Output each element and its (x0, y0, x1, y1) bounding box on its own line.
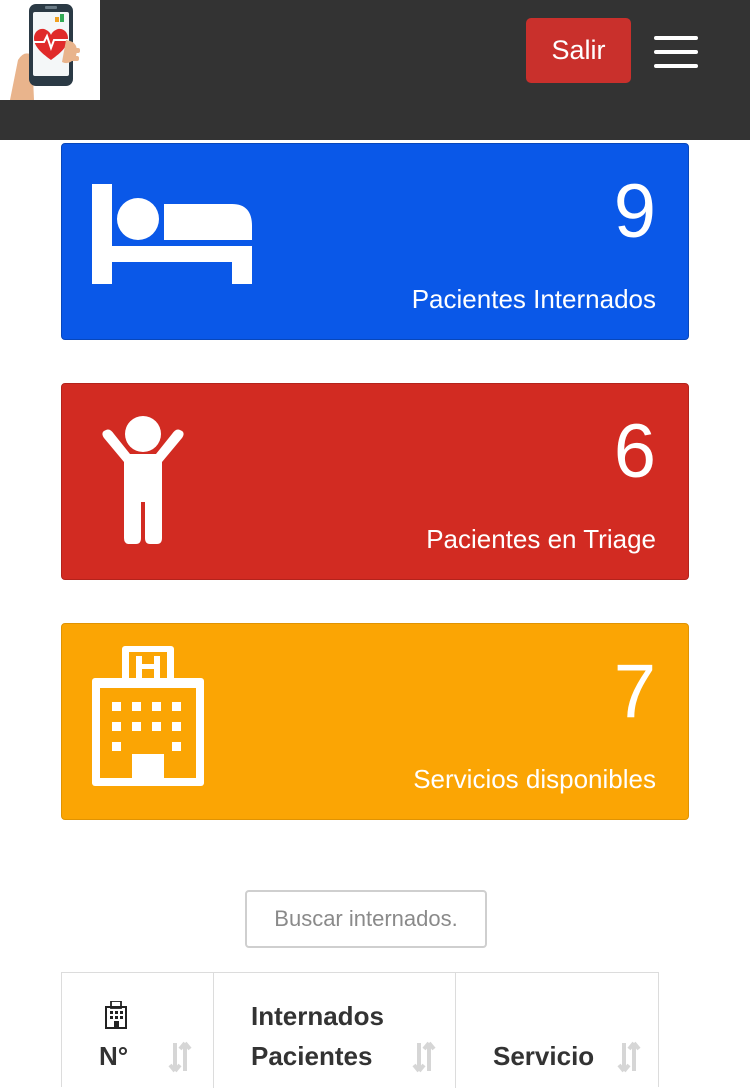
top-navbar: Salir (0, 0, 750, 140)
search-inpatients-input[interactable] (245, 890, 487, 948)
inpatients-table: N° Internados Pacientes Servicio (61, 972, 659, 1088)
hospital-icon (92, 646, 204, 786)
person-icon (102, 416, 184, 544)
hospital-icon (105, 1001, 127, 1029)
services-count: 7 (613, 649, 656, 734)
column-service-label: Servicio (493, 1041, 595, 1071)
triage-label: Pacientes en Triage (426, 524, 656, 554)
heart-phone-logo-icon (0, 0, 100, 100)
services-label: Servicios disponibles (413, 764, 656, 794)
sort-icon[interactable] (411, 1041, 437, 1073)
column-patients-line1: Internados (251, 1001, 384, 1031)
column-number-label: N° (99, 1041, 129, 1071)
sort-icon[interactable] (616, 1041, 642, 1073)
triage-card[interactable]: 6 Pacientes en Triage (61, 383, 689, 580)
column-header-patients[interactable]: Internados Pacientes (213, 973, 455, 1088)
column-header-service[interactable]: Servicio (455, 973, 659, 1088)
column-header-number[interactable]: N° (62, 973, 213, 1088)
inpatients-count: 9 (613, 169, 656, 254)
sort-icon[interactable] (167, 1041, 193, 1073)
triage-count: 6 (613, 409, 656, 494)
inpatients-card[interactable]: 9 Pacientes Internados (61, 143, 689, 340)
app-logo[interactable] (0, 0, 100, 100)
bed-icon (92, 184, 252, 284)
inpatients-label: Pacientes Internados (411, 284, 656, 314)
menu-icon[interactable] (654, 36, 698, 68)
logout-button[interactable]: Salir (526, 18, 631, 83)
column-patients-line2: Pacientes (251, 1041, 373, 1071)
services-card[interactable]: 7 Servicios disponibles (61, 623, 689, 820)
